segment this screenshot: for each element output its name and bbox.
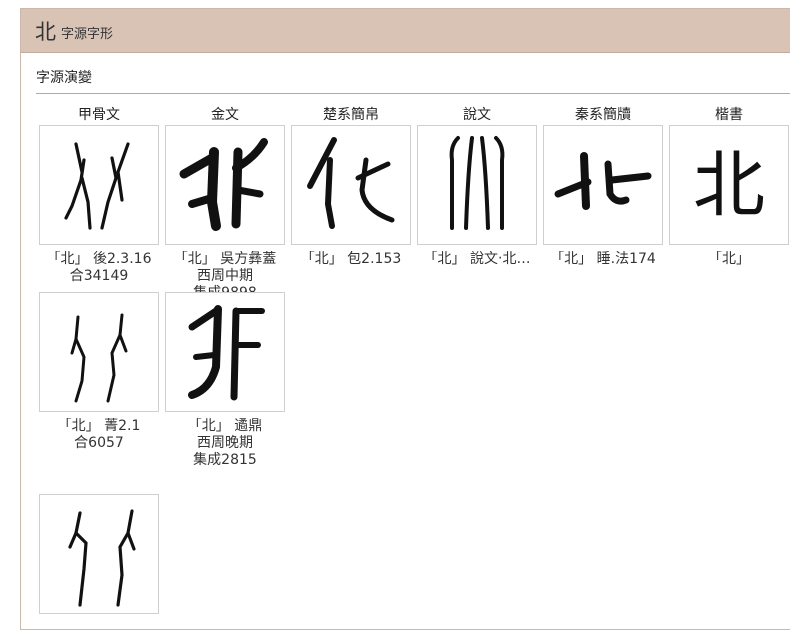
character-panel: 北 字源字形 字源演變 甲骨文 「北」 後2.3.16 合34149 金文 「北… — [20, 8, 790, 630]
glyph-oracle-bone-3 — [68, 509, 136, 607]
cell-bronze-2: 「北」 遹鼎 西周晚期 集成2815 — [165, 292, 285, 469]
cell-oracle-bone-2: 「北」 菁2.1 合6057 — [39, 292, 159, 452]
cell-regular-script: 楷書 北 「北」 — [669, 105, 789, 268]
caption-shuowen: 「北」 說文‧北… — [417, 251, 537, 268]
cell-oracle-bone-3 — [39, 494, 159, 614]
glyph-image-bronze[interactable] — [165, 125, 285, 245]
glyph-shuowen — [449, 136, 505, 230]
column-header-oracle-bone: 甲骨文 — [78, 107, 120, 123]
glyph-oracle-bone-2 — [70, 313, 128, 403]
section-title: 字源演變 — [36, 70, 92, 86]
glyph-image-qin-bamboo[interactable] — [543, 125, 663, 245]
caption-line: 合34149 — [69, 268, 129, 284]
caption-bronze-2: 「北」 遹鼎 西周晚期 集成2815 — [165, 418, 285, 469]
glyph-regular-script: 北 — [692, 143, 765, 227]
caption-line: 「北」 菁2.1 — [57, 418, 141, 434]
glyph-chu-bamboo — [307, 137, 395, 229]
column-header-qin-bamboo: 秦系簡牘 — [575, 107, 631, 123]
caption-line: 「北」 包2.153 — [300, 251, 402, 267]
glyph-qin-bamboo — [554, 152, 652, 210]
caption-line: 「北」 遹鼎 — [187, 418, 263, 434]
caption-qin-bamboo: 「北」 睡.法174 — [543, 251, 663, 268]
caption-chu-bamboo: 「北」 包2.153 — [291, 251, 411, 268]
caption-line: 「北」 — [708, 251, 750, 267]
caption-regular-script: 「北」 — [669, 251, 789, 268]
column-header-regular-script: 楷書 — [715, 107, 743, 123]
column-header-bronze: 金文 — [211, 107, 239, 123]
caption-line: 「北」 吳方彝蓋 — [173, 251, 277, 267]
glyph-image-oracle-bone-2[interactable] — [39, 292, 159, 412]
glyph-bronze-2 — [188, 305, 265, 401]
caption-oracle-bone-2: 「北」 菁2.1 合6057 — [39, 418, 159, 452]
cell-oracle-bone: 甲骨文 「北」 後2.3.16 合34149 — [39, 105, 159, 285]
header-subtitle: 字源字形 — [61, 26, 114, 42]
section-divider — [36, 93, 790, 94]
glyph-image-oracle-bone[interactable] — [39, 125, 159, 245]
caption-line: 「北」 睡.法174 — [550, 251, 656, 267]
glyph-image-bronze-2[interactable] — [165, 292, 285, 412]
glyph-oracle-bone-1 — [64, 142, 130, 230]
panel-header: 北 字源字形 — [21, 9, 790, 53]
glyph-image-chu-bamboo[interactable] — [291, 125, 411, 245]
cell-chu-bamboo: 楚系簡帛 「北」 包2.153 — [291, 105, 411, 268]
column-header-chu-bamboo: 楚系簡帛 — [323, 107, 379, 123]
caption-line: 合6057 — [74, 435, 124, 451]
caption-line: 「北」 後2.3.16 — [46, 251, 152, 267]
caption-line: 西周晚期 — [197, 435, 253, 451]
glyph-image-shuowen[interactable] — [417, 125, 537, 245]
glyph-image-oracle-bone-3[interactable] — [39, 494, 159, 614]
caption-line: 集成2815 — [193, 452, 257, 468]
cell-bronze: 金文 「北」 吳方彝蓋 西周中期 集成9898 — [165, 105, 285, 302]
caption-oracle-bone: 「北」 後2.3.16 合34149 — [39, 251, 159, 285]
column-header-shuowen: 說文 — [463, 107, 491, 123]
glyph-bronze-1 — [179, 138, 268, 231]
cell-shuowen: 說文 「北」 說文‧北… — [417, 105, 537, 268]
header-character: 北 — [35, 19, 56, 44]
caption-line: 西周中期 — [197, 268, 253, 284]
caption-line: 「北」 說文‧北… — [423, 251, 531, 267]
cell-qin-bamboo: 秦系簡牘 「北」 睡.法174 — [543, 105, 663, 268]
glyph-image-regular-script[interactable]: 北 — [669, 125, 789, 245]
